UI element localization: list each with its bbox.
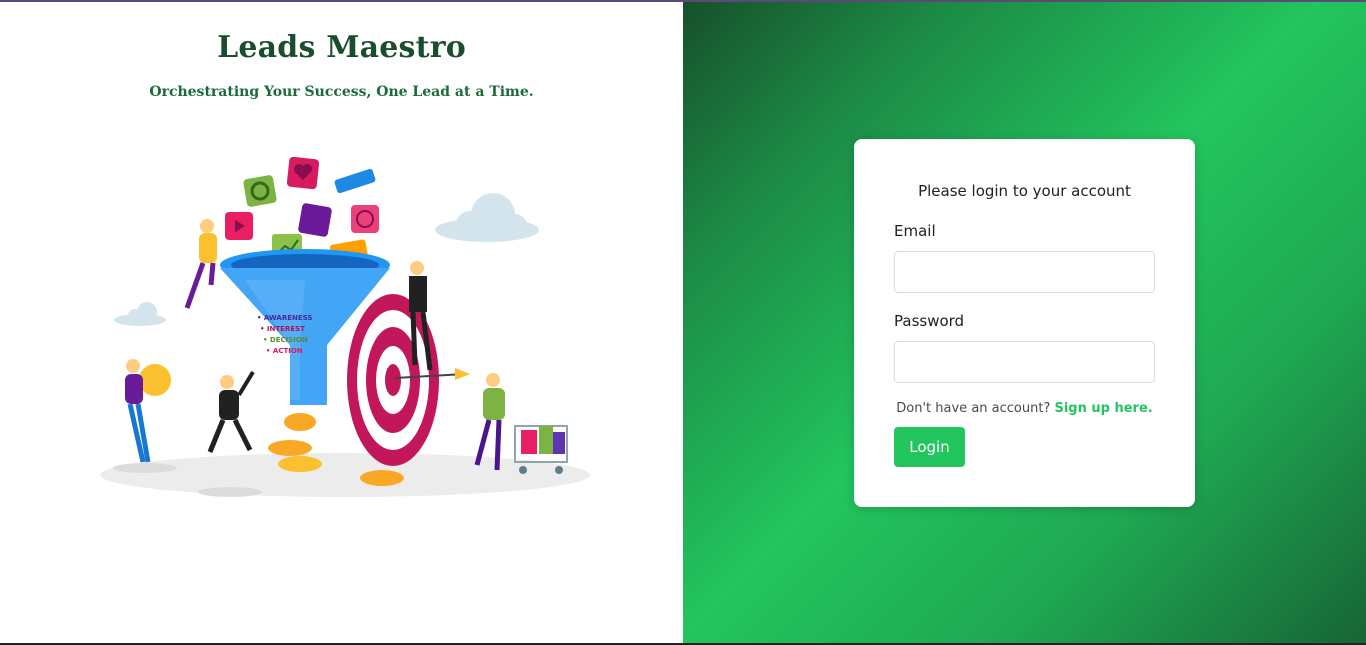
login-heading: Please login to your account bbox=[918, 182, 1131, 200]
signup-prompt-text: Don't have an account? bbox=[896, 401, 1055, 416]
clock-icon bbox=[351, 205, 379, 233]
cheering-man bbox=[207, 370, 255, 453]
cloud-icon bbox=[114, 302, 166, 326]
email-field[interactable] bbox=[894, 251, 1155, 293]
person-on-funnel bbox=[184, 219, 217, 309]
login-card: Please login to your account Email Passw… bbox=[854, 139, 1195, 507]
svg-text:• DECISION: • DECISION bbox=[263, 336, 308, 344]
cart-icon bbox=[298, 203, 332, 237]
folder-icon bbox=[334, 168, 376, 194]
password-field[interactable] bbox=[894, 341, 1155, 383]
brand-panel: Leads Maestro Orchestrating Your Success… bbox=[0, 2, 683, 643]
cloud-icon bbox=[435, 193, 539, 242]
marketing-funnel-illustration: • AWARENESS • INTEREST • DECISION • ACTI… bbox=[100, 156, 590, 497]
login-button[interactable]: Login bbox=[894, 427, 965, 467]
password-label: Password bbox=[894, 312, 965, 330]
ground-shadow bbox=[100, 453, 590, 497]
brand-title: Leads Maestro bbox=[217, 30, 466, 65]
svg-text:• ACTION: • ACTION bbox=[266, 347, 303, 355]
brand-tagline: Orchestrating Your Success, One Lead at … bbox=[149, 84, 534, 100]
signup-link[interactable]: Sign up here. bbox=[1054, 401, 1152, 416]
email-label: Email bbox=[894, 222, 936, 240]
phone-icon bbox=[243, 175, 277, 207]
svg-text:• INTEREST: • INTEREST bbox=[260, 325, 305, 333]
signup-prompt-line: Don't have an account? Sign up here. bbox=[854, 401, 1195, 416]
svg-text:• AWARENESS: • AWARENESS bbox=[257, 314, 312, 322]
